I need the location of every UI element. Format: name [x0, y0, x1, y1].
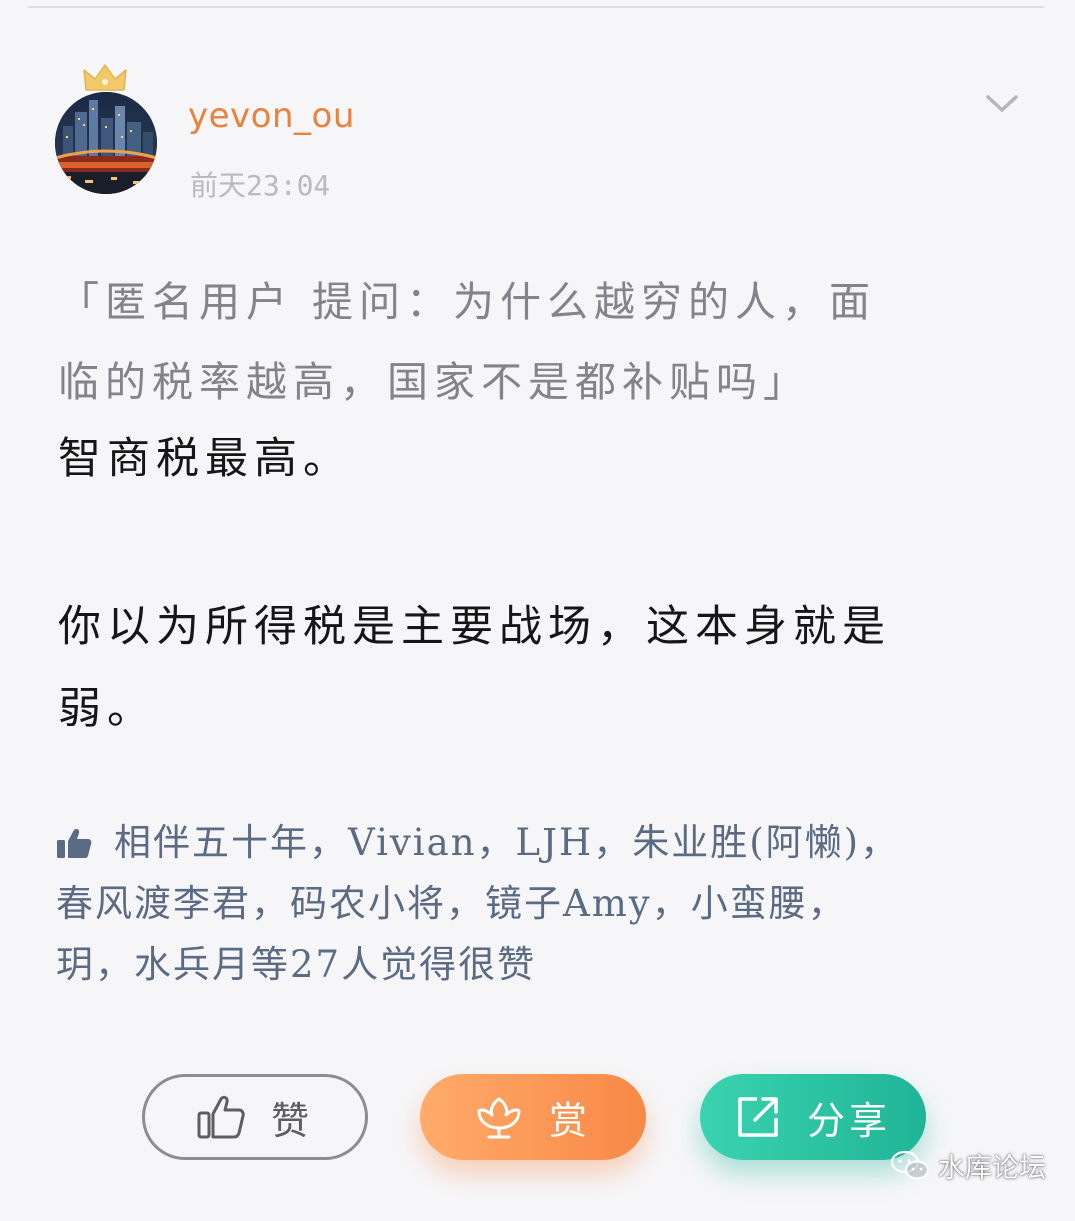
- likes-line: 玥，水兵月等27人觉得很赞: [56, 943, 537, 986]
- reward-button-label: 赏: [548, 1098, 591, 1143]
- post-timestamp: 前天23:04: [190, 169, 331, 202]
- quote-line: 「匿名用户 提问：为什么越穷的人，面: [58, 278, 877, 326]
- quote-line: 临的税率越高，国家不是都补贴吗」: [58, 358, 810, 406]
- author-name[interactable]: yevon_ou: [188, 96, 355, 136]
- answer-paragraph: 智商税最高。: [58, 418, 988, 500]
- like-button[interactable]: 赞: [142, 1074, 368, 1160]
- paragraph-line: 你以为所得税是主要战场，这本身就是: [58, 602, 891, 652]
- like-button-label: 赞: [270, 1098, 313, 1143]
- author-avatar-group[interactable]: [52, 62, 160, 196]
- likes-list[interactable]: 相伴五十年，Vivian，LJH，朱业胜(阿懒)， 春风渡李君，码农小将，镜子A…: [56, 812, 1016, 995]
- share-icon: [738, 1097, 778, 1137]
- paragraph-line: 智商税最高。: [58, 434, 352, 484]
- likes-line: 春风渡李君，码农小将，镜子Amy，小蛮腰，: [56, 882, 847, 925]
- thumbs-up-outline-icon: [197, 1095, 245, 1139]
- question-quote: 「匿名用户 提问：为什么越穷的人，面 临的税率越高，国家不是都补贴吗」: [58, 262, 988, 422]
- reward-button[interactable]: 赏: [420, 1074, 646, 1160]
- paragraph-line: 弱。: [58, 684, 156, 734]
- top-divider: [28, 6, 1044, 8]
- wechat-icon: [890, 1150, 930, 1180]
- share-button-label: 分享: [806, 1098, 891, 1143]
- flower-icon: [477, 1097, 521, 1139]
- crown-icon: [83, 64, 127, 91]
- source-watermark: 水库论坛: [890, 1146, 1046, 1185]
- watermark-text: 水库论坛: [938, 1153, 1046, 1184]
- avatar[interactable]: [55, 92, 157, 194]
- thumbs-up-icon: [57, 829, 92, 858]
- chevron-down-icon[interactable]: [982, 88, 1022, 120]
- answer-paragraph: 你以为所得税是主要战场，这本身就是 弱。: [58, 586, 988, 750]
- likes-line: 相伴五十年，Vivian，LJH，朱业胜(阿懒)，: [114, 821, 900, 864]
